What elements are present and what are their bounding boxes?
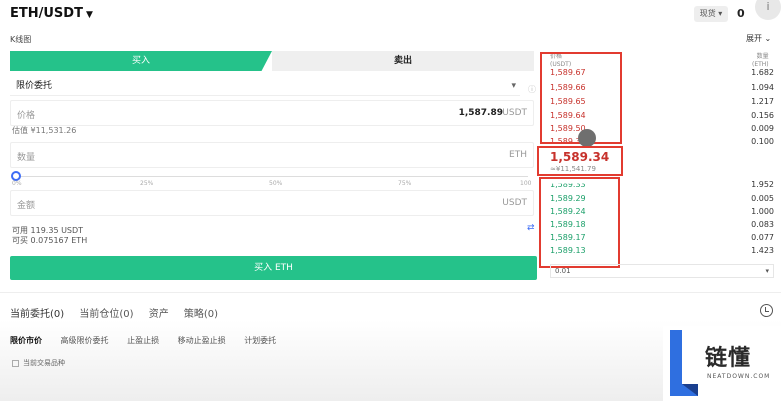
order-type-select[interactable]: 限价委托 ▾ (10, 76, 520, 96)
depth-value: 0.01 (555, 267, 571, 275)
filter-trigger[interactable]: 计划委托 (244, 336, 276, 345)
ask-qty: 1.682 (751, 68, 774, 77)
caret-down-icon: ▾ (511, 81, 516, 91)
bid-qty: 1.952 (751, 180, 774, 189)
available-eth: 可买 0.075167 ETH (12, 236, 88, 245)
logo-text-cn: 链懂 (705, 346, 752, 371)
total-unit: USDT (502, 198, 527, 208)
tab-current-orders[interactable]: 当前委托(0) (10, 309, 64, 320)
transfer-icon[interactable]: ⇄ (527, 223, 535, 233)
bid-qty: 1.423 (751, 246, 774, 255)
slider-tick: 25% (140, 180, 154, 187)
expand-label: 展开 (746, 34, 762, 43)
price-value: 1,587.89 (458, 108, 503, 118)
caret-down-icon: ▼ (85, 10, 93, 20)
slider-tick: 50% (269, 180, 283, 187)
pair-label: ETH/USDT (10, 6, 83, 21)
current-pair-checkbox[interactable]: 当前交易品种 (12, 358, 65, 368)
trading-pair-selector[interactable]: ETH/USDT ▼ (10, 6, 93, 21)
slider-tick: 0% (12, 180, 22, 187)
total-field[interactable]: 金额 USDT (10, 190, 534, 216)
amount-field[interactable]: 数量 ETH (10, 142, 534, 168)
market-type-label: 现货 (699, 9, 716, 18)
available-balance: 可用 119.35 USDT 可买 0.075167 ETH (12, 226, 87, 246)
bids-highlight-box (539, 177, 620, 268)
bid-qty: 1.000 (751, 207, 774, 216)
bid-qty: 0.077 (751, 233, 774, 242)
caret-down-icon: ▾ (765, 267, 769, 275)
price-label: 价格 (17, 111, 36, 121)
ask-qty: 1.217 (751, 97, 774, 106)
chevron-down-icon: ⌄ (764, 34, 772, 43)
history-icon[interactable] (760, 304, 773, 317)
tab-assets[interactable]: 资产 (149, 309, 169, 320)
ask-qty: 1.094 (751, 83, 774, 92)
price-estimate: 估值 ¥11,531.26 (12, 126, 77, 135)
checkbox-label: 当前交易品种 (23, 359, 65, 367)
total-label: 金额 (17, 201, 36, 211)
bid-qty: 0.005 (751, 194, 774, 203)
header-right-text: 0 (737, 7, 745, 20)
tab-positions[interactable]: 当前仓位(0) (79, 309, 133, 320)
amount-label: 数量 (17, 153, 36, 163)
filter-tp-sl[interactable]: 止盈止损 (127, 336, 159, 345)
orderbook-qty-header: 数量 (ETH) (752, 53, 769, 68)
depth-select[interactable]: 0.01 ▾ (550, 264, 774, 278)
bid-qty: 0.083 (751, 220, 774, 229)
order-type-info-icon[interactable]: ⓘ (528, 84, 536, 95)
available-usdt: 可用 119.35 USDT (12, 226, 84, 235)
checkbox[interactable] (12, 359, 19, 367)
kline-label[interactable]: K线图 (10, 34, 31, 45)
buy-eth-button[interactable]: 买入 ETH (10, 256, 537, 280)
tab-strategies[interactable]: 策略(0) (184, 309, 218, 320)
tab-buy[interactable]: 买入 (10, 51, 272, 71)
amount-unit: ETH (509, 150, 527, 160)
section-divider (0, 292, 781, 293)
ask-qty: 0.009 (751, 124, 774, 133)
price-field[interactable]: 价格 1,587.89 USDT (10, 100, 534, 126)
logo-text-en: NEATDOWN.COM (707, 373, 771, 380)
last-price-highlight-box (537, 146, 623, 176)
info-icon[interactable]: i (755, 0, 781, 20)
watermark-logo: 链懂 NEATDOWN.COM (663, 326, 781, 401)
mouse-cursor (578, 129, 596, 147)
slider-tick: 100 (520, 180, 532, 187)
slider-tick: 75% (398, 180, 412, 187)
filter-trailing[interactable]: 移动止盈止损 (178, 336, 226, 345)
expand-button[interactable]: 展开 ⌄ (746, 33, 771, 44)
filter-limit-market[interactable]: 限价市价 (10, 336, 42, 345)
ask-qty: 0.100 (751, 137, 774, 146)
order-filters: 限价市价 高级限价委托 止盈止损 移动止盈止损 计划委托 (10, 335, 292, 346)
price-unit: USDT (502, 108, 527, 118)
orders-tabs: 当前委托(0) 当前仓位(0) 资产 策略(0) (10, 305, 230, 320)
tab-sell[interactable]: 卖出 (272, 51, 534, 71)
market-type-dropdown[interactable]: 现货 ▾ (694, 6, 728, 22)
order-type-value: 限价委托 (16, 81, 53, 91)
ask-qty: 0.156 (751, 111, 774, 120)
filter-advanced-limit[interactable]: 高级限价委托 (61, 336, 109, 345)
logo-l-mark (670, 330, 698, 396)
amount-slider-track[interactable] (16, 176, 528, 177)
